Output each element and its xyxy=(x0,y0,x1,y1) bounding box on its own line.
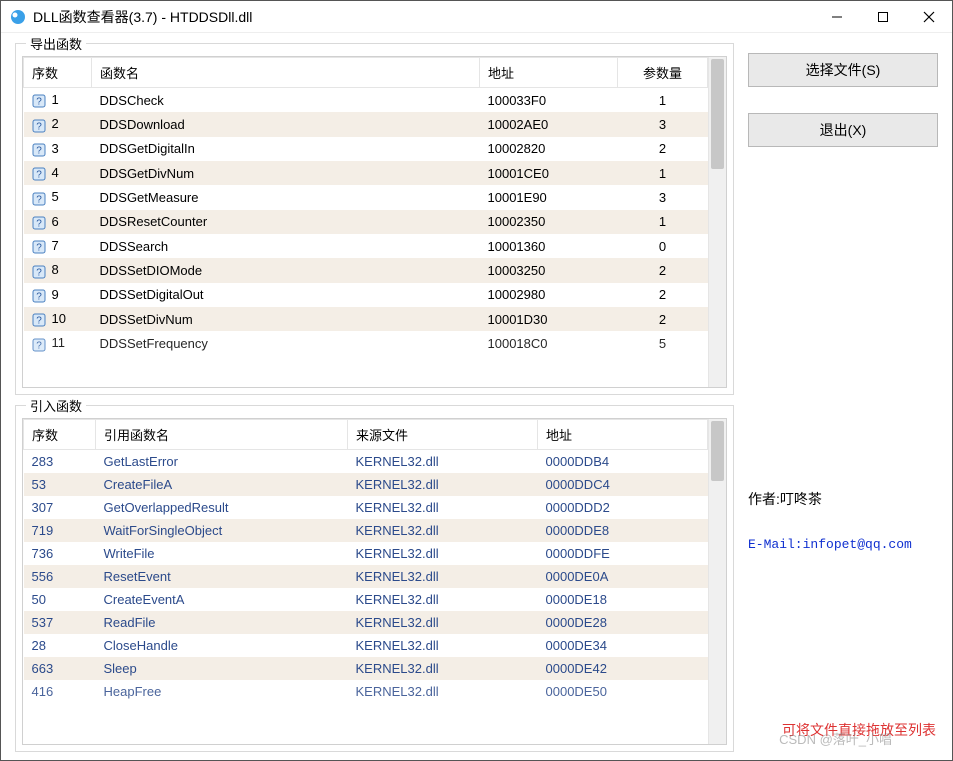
table-row[interactable]: ?6DDSResetCounter100023501 xyxy=(24,210,708,234)
table-row[interactable]: ?10DDSSetDivNum10001D302 xyxy=(24,307,708,331)
table-row[interactable]: 663SleepKERNEL32.dll0000DE42 xyxy=(24,657,708,680)
table-row[interactable]: 53CreateFileAKERNEL32.dll0000DDC4 xyxy=(24,473,708,496)
svg-text:?: ? xyxy=(36,121,42,132)
svg-text:?: ? xyxy=(36,97,42,108)
import-header-src[interactable]: 来源文件 xyxy=(348,420,538,450)
email-label: E-Mail:infopet@qq.com xyxy=(748,537,938,552)
table-row[interactable]: 283GetLastErrorKERNEL32.dll0000DDB4 xyxy=(24,450,708,474)
window-title: DLL函数查看器(3.7) - HTDDSDll.dll xyxy=(33,7,814,27)
export-header-seq[interactable]: 序数 xyxy=(24,58,92,88)
exit-button[interactable]: 退出(X) xyxy=(748,113,938,147)
app-icon xyxy=(9,8,27,26)
import-header-name[interactable]: 引用函数名 xyxy=(96,420,348,450)
titlebar: DLL函数查看器(3.7) - HTDDSDll.dll xyxy=(1,1,952,33)
svg-text:?: ? xyxy=(36,243,42,254)
import-functions-group: 引入函数 序数 引用函数名 来源文件 地址 283GetLastErrorKER… xyxy=(15,405,734,752)
author-label: 作者:叮咚茶 xyxy=(748,489,938,509)
table-row[interactable]: ?9DDSSetDigitalOut100029802 xyxy=(24,283,708,307)
minimize-button[interactable] xyxy=(814,1,860,33)
export-header-addr[interactable]: 地址 xyxy=(480,58,618,88)
table-row[interactable]: 416HeapFreeKERNEL32.dll0000DE50 xyxy=(24,680,708,703)
svg-text:?: ? xyxy=(36,292,42,303)
table-row[interactable]: 719WaitForSingleObjectKERNEL32.dll0000DD… xyxy=(24,519,708,542)
import-table[interactable]: 序数 引用函数名 来源文件 地址 283GetLastErrorKERNEL32… xyxy=(23,419,708,703)
svg-text:?: ? xyxy=(36,194,42,205)
svg-text:?: ? xyxy=(36,340,42,351)
table-row[interactable]: 28CloseHandleKERNEL32.dll0000DE34 xyxy=(24,634,708,657)
export-functions-group: 导出函数 序数 函数名 地址 参数量 ?1DDSCheck100033F01?2… xyxy=(15,43,734,395)
close-button[interactable] xyxy=(906,1,952,33)
table-row[interactable]: ?2DDSDownload10002AE03 xyxy=(24,112,708,136)
question-icon: ? xyxy=(32,117,50,133)
table-row[interactable]: ?3DDSGetDigitalIn100028202 xyxy=(24,137,708,161)
export-scrollbar[interactable] xyxy=(708,57,726,387)
question-icon: ? xyxy=(32,166,50,182)
question-icon: ? xyxy=(32,239,50,255)
question-icon: ? xyxy=(32,93,50,109)
drag-hint: 可将文件直接拖放至列表 xyxy=(782,720,936,740)
table-row[interactable]: 307GetOverlappedResultKERNEL32.dll0000DD… xyxy=(24,496,708,519)
table-row[interactable]: ?11DDSSetFrequency100018C05 xyxy=(24,331,708,355)
import-header-seq[interactable]: 序数 xyxy=(24,420,96,450)
table-row[interactable]: ?4DDSGetDivNum10001CE01 xyxy=(24,161,708,185)
table-row[interactable]: ?5DDSGetMeasure10001E903 xyxy=(24,185,708,209)
question-icon: ? xyxy=(32,215,50,231)
svg-text:?: ? xyxy=(36,146,42,157)
question-icon: ? xyxy=(32,263,50,279)
svg-text:?: ? xyxy=(36,267,42,278)
export-table[interactable]: 序数 函数名 地址 参数量 ?1DDSCheck100033F01?2DDSDo… xyxy=(23,57,708,356)
question-icon: ? xyxy=(32,288,50,304)
import-header-addr[interactable]: 地址 xyxy=(538,420,708,450)
maximize-button[interactable] xyxy=(860,1,906,33)
svg-text:?: ? xyxy=(36,170,42,181)
question-icon: ? xyxy=(32,141,50,157)
table-row[interactable]: 736WriteFileKERNEL32.dll0000DDFE xyxy=(24,542,708,565)
import-group-label: 引入函数 xyxy=(26,396,86,415)
svg-text:?: ? xyxy=(36,219,42,230)
choose-file-button[interactable]: 选择文件(S) xyxy=(748,53,938,87)
table-row[interactable]: 50CreateEventAKERNEL32.dll0000DE18 xyxy=(24,588,708,611)
export-header-name[interactable]: 函数名 xyxy=(92,58,480,88)
svg-text:?: ? xyxy=(36,316,42,327)
export-header-argc[interactable]: 参数量 xyxy=(618,58,708,88)
question-icon: ? xyxy=(32,312,50,328)
email-value: infopet@qq.com xyxy=(803,537,912,552)
table-row[interactable]: ?1DDSCheck100033F01 xyxy=(24,88,708,113)
question-icon: ? xyxy=(32,190,50,206)
question-icon: ? xyxy=(32,336,50,352)
table-row[interactable]: ?7DDSSearch100013600 xyxy=(24,234,708,258)
import-scrollbar[interactable] xyxy=(708,419,726,744)
table-row[interactable]: 537ReadFileKERNEL32.dll0000DE28 xyxy=(24,611,708,634)
table-row[interactable]: 556ResetEventKERNEL32.dll0000DE0A xyxy=(24,565,708,588)
table-row[interactable]: ?8DDSSetDIOMode100032502 xyxy=(24,258,708,282)
export-group-label: 导出函数 xyxy=(26,34,86,53)
